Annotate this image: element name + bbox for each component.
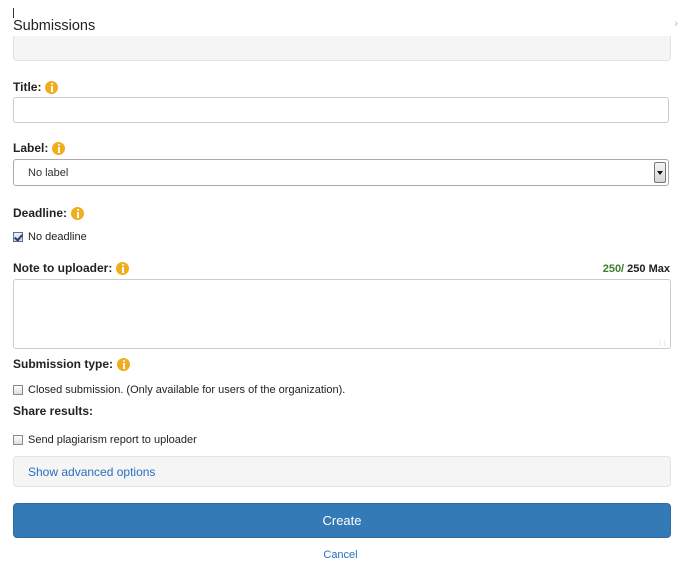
title-input[interactable] xyxy=(13,97,669,123)
create-button[interactable]: Create xyxy=(13,503,671,538)
counter-max: 250 Max xyxy=(624,263,670,275)
label-select[interactable]: No label xyxy=(13,159,669,186)
label-field-label: Label: xyxy=(13,141,49,155)
note-textarea[interactable] xyxy=(13,279,671,349)
advanced-options-panel: Show advanced options xyxy=(13,456,671,487)
resize-grip-icon[interactable]: ⋮⋮ xyxy=(657,340,668,347)
show-advanced-options-link[interactable]: Show advanced options xyxy=(28,465,155,479)
deadline-label: Deadline: xyxy=(13,206,68,220)
closed-submission-label: Closed submission. (Only available for u… xyxy=(28,384,346,396)
page-title: Submissions xyxy=(13,18,96,34)
info-icon[interactable] xyxy=(71,206,85,220)
character-counter: 250/ 250 Max xyxy=(603,263,670,275)
closed-submission-checkbox[interactable] xyxy=(13,385,23,395)
plagiarism-report-row[interactable]: Send plagiarism report to uploader xyxy=(13,434,197,446)
deadline-label-row: Deadline: xyxy=(13,206,85,220)
info-icon[interactable] xyxy=(116,261,130,275)
share-results-label-row: Share results: xyxy=(13,404,93,418)
note-label: Note to uploader: xyxy=(13,261,113,275)
no-deadline-label: No deadline xyxy=(28,231,87,243)
share-results-label: Share results: xyxy=(13,404,94,418)
text-cursor-mark xyxy=(13,8,14,18)
closed-submission-row[interactable]: Closed submission. (Only available for u… xyxy=(13,384,345,396)
plagiarism-report-checkbox[interactable] xyxy=(13,435,23,445)
no-deadline-checkbox[interactable] xyxy=(13,232,23,242)
label-select-value: No label xyxy=(28,167,69,179)
no-deadline-row[interactable]: No deadline xyxy=(13,231,87,243)
info-icon[interactable] xyxy=(117,357,131,371)
plagiarism-report-label: Send plagiarism report to uploader xyxy=(28,434,197,446)
label-label-row: Label: xyxy=(13,141,66,155)
submission-type-label: Submission type: xyxy=(13,357,114,371)
submission-type-label-row: Submission type: xyxy=(13,357,131,371)
info-icon[interactable] xyxy=(45,80,59,94)
counter-current: 250/ xyxy=(602,263,625,275)
info-icon[interactable] xyxy=(52,141,66,155)
header-panel xyxy=(13,36,671,61)
note-label-row: Note to uploader: xyxy=(13,261,130,275)
close-icon[interactable]: › xyxy=(674,18,678,30)
cancel-link[interactable]: Cancel xyxy=(0,549,681,561)
title-label-row: Title: xyxy=(13,80,59,94)
chevron-down-icon[interactable] xyxy=(654,162,666,183)
title-label: Title: xyxy=(13,80,42,94)
